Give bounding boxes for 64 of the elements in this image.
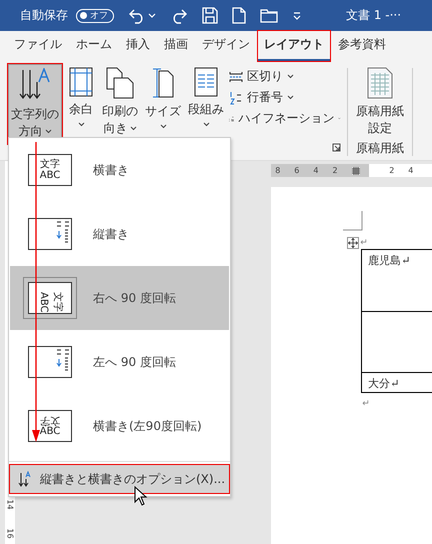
caret-icon (287, 95, 294, 100)
caret-icon (287, 74, 294, 79)
caret-icon[interactable] (148, 12, 156, 18)
menu-item[interactable]: 縦書き (10, 202, 229, 266)
paragraph-mark: ↵ (362, 399, 370, 409)
vertical-text-icon (28, 218, 72, 250)
caret-icon (44, 129, 52, 134)
margin-corner-mark (343, 211, 364, 231)
ribbon-button[interactable]: サイズ (143, 64, 183, 132)
ruler-number: 4 (313, 166, 318, 175)
ribbon-button[interactable]: 原稿用紙 設定 (354, 64, 406, 140)
ribbon-tab[interactable]: 参考資料 (332, 30, 392, 60)
ribbon-button[interactable]: 行番号 (229, 89, 341, 106)
ribbon-tab[interactable]: デザイン (196, 30, 256, 60)
dialog-launcher-icon[interactable] (332, 143, 341, 152)
document-title: 文書 1 -··· (346, 7, 402, 24)
ruler-number: 4 (408, 166, 414, 175)
ribbon-button[interactable]: 段組み (186, 64, 226, 130)
columns-icon (194, 67, 218, 97)
text-direction-icon (18, 471, 32, 487)
ruler-number: 16 (6, 528, 15, 539)
line-numbers-icon (229, 90, 243, 104)
ribbon-tab[interactable]: ホーム (70, 30, 118, 60)
ruler-number: 2 (389, 166, 394, 175)
folder-icon[interactable] (260, 8, 278, 23)
margins-icon (69, 67, 93, 97)
ribbon-button[interactable]: ハイフネーション (229, 110, 341, 127)
ribbon-tab[interactable]: ファイル (8, 30, 68, 60)
ruler-number: 14 (6, 499, 15, 510)
autosave-label: 自動保存 (20, 7, 68, 24)
new-document-icon[interactable] (232, 7, 246, 24)
page-size-icon (152, 67, 174, 99)
menu-item[interactable]: 文字 ABC 横書き(左90度回転) (10, 394, 229, 458)
cell-text: 大分↵ (368, 377, 400, 390)
menu-item[interactable]: 縦書きと横書きのオプション(X)... (10, 465, 229, 493)
text-direction-icon: 文字 ABC (28, 410, 72, 442)
caret-icon (202, 122, 210, 127)
menu-item[interactable]: 左へ 90 度回転 (10, 330, 229, 394)
text-direction-icon: 文字 ABC (28, 282, 72, 314)
save-icon[interactable] (202, 7, 218, 24)
ruler-number: 6 (294, 166, 300, 175)
table-grid-icon (352, 166, 360, 174)
ribbon-tab[interactable]: 挿入 (120, 30, 156, 60)
paragraph-mark: ↵ (360, 238, 368, 248)
caret-icon (160, 124, 166, 129)
caret-icon (130, 126, 136, 131)
cell-text: 鹿児島↵ (368, 254, 410, 267)
table-move-handle-icon[interactable] (347, 237, 360, 249)
ribbon-button[interactable]: 文字列の 方向 (8, 64, 62, 144)
manuscript-paper-icon (367, 67, 393, 99)
page-orientation-icon (106, 67, 134, 99)
vertical-text-icon (28, 346, 72, 378)
text-direction-icon: 文字 ABC (28, 154, 72, 186)
caret-icon (78, 122, 84, 127)
customize-caret-icon[interactable] (292, 12, 302, 20)
ribbon-tab[interactable]: 描画 (158, 30, 194, 60)
autosave-toggle[interactable]: オフ (76, 8, 114, 22)
ruler-number: 8 (275, 166, 280, 175)
ribbon-button[interactable]: 余白 (65, 64, 97, 130)
ribbon-button[interactable]: 区切り (229, 68, 341, 85)
group-label: 原稿用紙 (356, 140, 404, 157)
ruler-number: 2 (332, 166, 338, 175)
menu-item[interactable]: 文字 ABC 右へ 90 度回転 (10, 266, 229, 330)
breaks-icon (229, 70, 243, 82)
